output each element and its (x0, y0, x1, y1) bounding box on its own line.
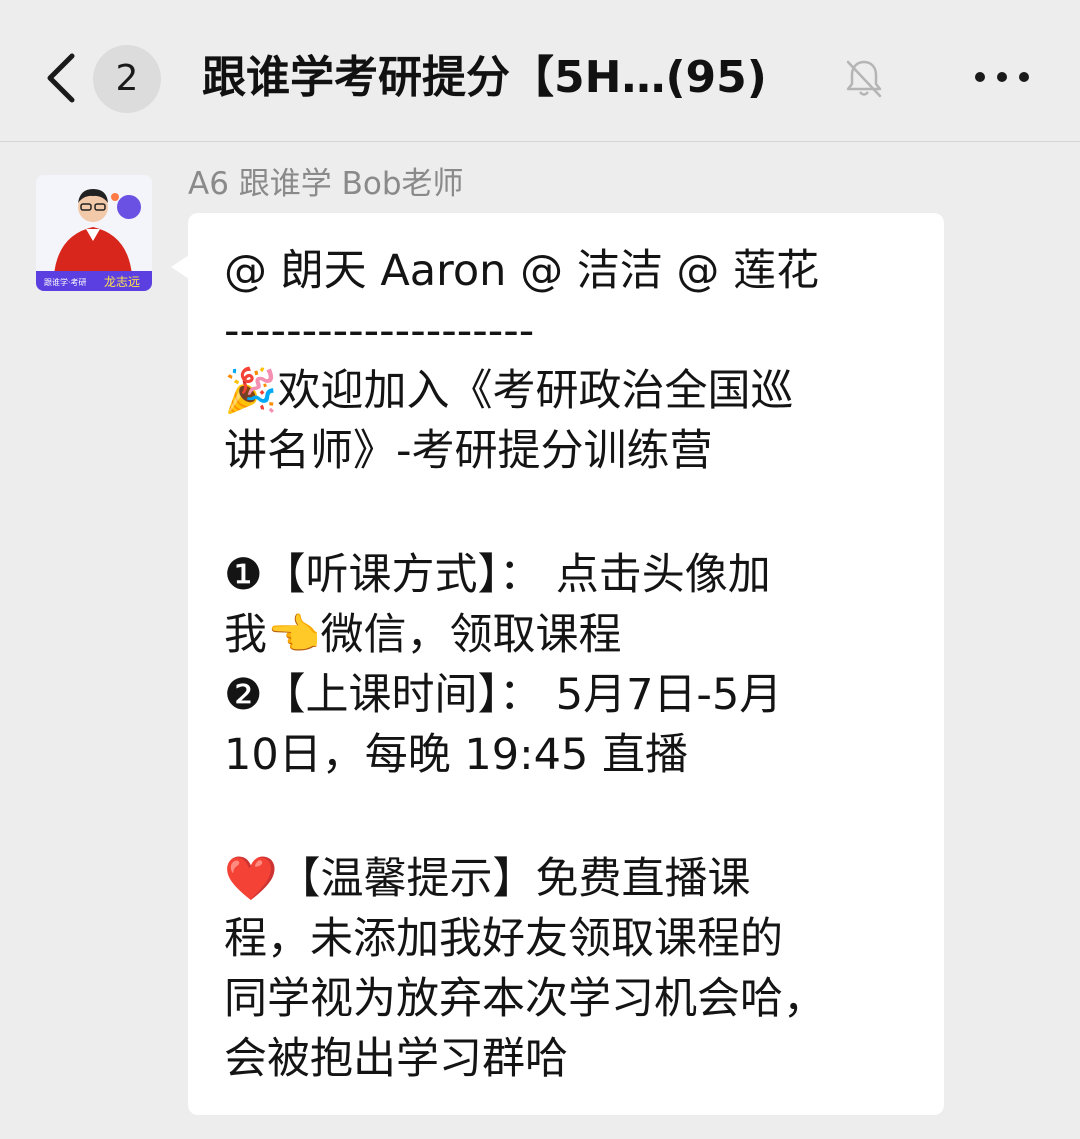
message-line: -------------------- (224, 306, 535, 356)
message-line: @ 朗天 Aaron @ 洁洁 @ 莲花 (224, 246, 820, 296)
more-horizontal-icon[interactable] (972, 62, 1032, 92)
sender-name: A6 跟谁学 Bob老师 (188, 166, 464, 202)
message-text: @ 朗天 Aaron @ 洁洁 @ 莲花 --------------------… (224, 241, 914, 1089)
chat-title[interactable]: 跟谁学考研提分【5H…(95) (202, 48, 767, 108)
unread-count-badge[interactable]: 2 (93, 45, 161, 113)
message-line: 程，未添加我好友领取课程的 (224, 914, 783, 964)
message-bubble[interactable]: @ 朗天 Aaron @ 洁洁 @ 莲花 --------------------… (188, 213, 944, 1115)
chat-header: 2 跟谁学考研提分【5H…(95) (0, 0, 1080, 142)
bubble-tail (171, 255, 189, 279)
svg-text:跟谁学·考研: 跟谁学·考研 (44, 277, 87, 287)
message-line: 10日，每晚 19:45 直播 (224, 730, 688, 780)
message-line: 我👈微信，领取课程 (224, 610, 622, 660)
bell-muted-icon (846, 60, 882, 98)
message-line: ❷【上课时间】： 5月7日-5月 (224, 670, 783, 720)
chevron-left-icon[interactable] (38, 50, 86, 106)
avatar-caption: 龙志远 (104, 275, 141, 289)
message-line: 讲名师》-考研提分训练营 (224, 426, 713, 476)
message-line (224, 481, 914, 545)
message-line (224, 785, 914, 849)
message-line: 会被抱出学习群哈 (224, 1034, 568, 1084)
message-line: 同学视为放弃本次学习机会哈， (224, 974, 826, 1024)
message-line: ❤️【温馨提示】免费直播课 (224, 854, 751, 904)
message-line: 🎉欢迎加入《考研政治全国巡 (224, 366, 794, 416)
message-line: ❶【听课方式】： 点击头像加 (224, 550, 771, 600)
sender-avatar[interactable]: 跟谁学·考研 龙志远 (36, 175, 152, 291)
